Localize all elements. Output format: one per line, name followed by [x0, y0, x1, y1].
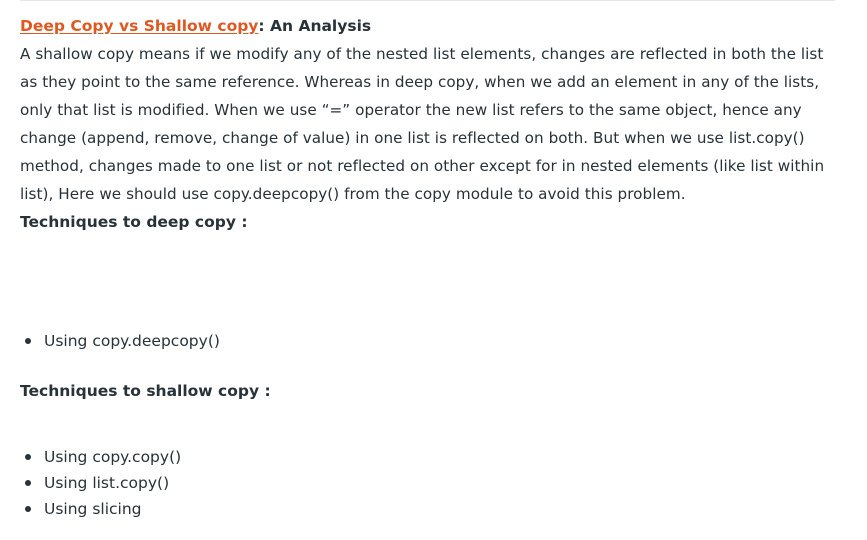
- heading-suffix: : An Analysis: [258, 17, 372, 35]
- top-divider: [20, 0, 835, 1]
- list-item: Using slicing: [20, 496, 840, 522]
- bullet-icon: [25, 454, 31, 460]
- deep-copy-techniques-title: Techniques to deep copy :: [20, 213, 248, 231]
- list-item-text: Using list.copy(): [44, 474, 170, 492]
- list-item: Using copy.copy(): [20, 444, 840, 470]
- bullet-icon: [25, 506, 31, 512]
- shallow-copy-techniques-title: Techniques to shallow copy :: [20, 382, 271, 400]
- bullet-icon: [25, 480, 31, 486]
- deep-vs-shallow-link[interactable]: Deep Copy vs Shallow copy: [20, 17, 258, 35]
- deep-copy-techniques-list: Using copy.deepcopy(): [20, 328, 840, 354]
- list-item-text: Using copy.deepcopy(): [44, 332, 220, 350]
- explanation-paragraph: A shallow copy means if we modify any of…: [20, 45, 825, 203]
- list-item-text: Using copy.copy(): [44, 448, 182, 466]
- shallow-copy-techniques-list: Using copy.copy() Using list.copy() Usin…: [20, 444, 840, 522]
- bullet-icon: [25, 338, 31, 344]
- list-item-text: Using slicing: [44, 500, 142, 518]
- list-item: Using list.copy(): [20, 470, 840, 496]
- section-heading: Deep Copy vs Shallow copy: An Analysis: [20, 12, 840, 40]
- article-body: Deep Copy vs Shallow copy: An Analysis A…: [20, 12, 840, 522]
- list-item: Using copy.deepcopy(): [20, 328, 840, 354]
